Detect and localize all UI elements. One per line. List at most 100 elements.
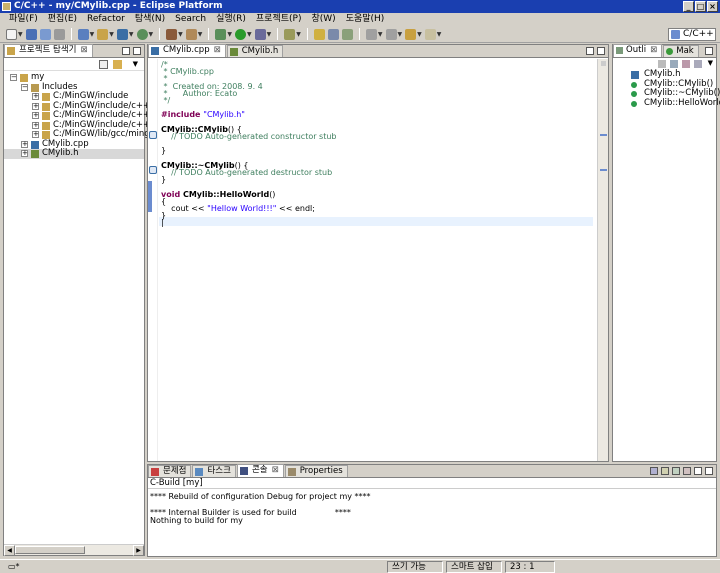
menu-navigate[interactable]: 탐색(N) xyxy=(130,13,170,26)
project-tree: − my − Includes + C:/MinGW/include + C:/MinGW/i… xyxy=(4,71,175,159)
code-token: } xyxy=(161,146,167,156)
minimize-console-icon[interactable] xyxy=(694,467,702,475)
outline-item[interactable]: CMylib::HelloWorld() : xyxy=(613,98,720,109)
hide-fields-icon[interactable] xyxy=(670,60,678,68)
menu-window[interactable]: 창(W) xyxy=(306,13,340,26)
maximize-button[interactable]: □ xyxy=(695,1,706,12)
code-editor[interactable]: /* * CMylib.cpp * * Created on: 2008. 9.… xyxy=(148,59,596,461)
cpp-file-icon xyxy=(151,47,159,55)
search-icon[interactable] xyxy=(284,28,296,40)
console-line: Nothing to build for my xyxy=(150,516,243,525)
expand-icon[interactable]: + xyxy=(32,93,39,100)
run-icon[interactable] xyxy=(235,28,246,40)
new-icon[interactable] xyxy=(6,28,17,40)
include-folder-icon xyxy=(42,93,50,101)
toggle-comment-icon[interactable] xyxy=(327,28,339,40)
new-source-icon[interactable] xyxy=(136,28,148,40)
close-button[interactable]: × xyxy=(707,1,718,12)
maximize-console-icon[interactable] xyxy=(705,467,713,475)
menu-search[interactable]: Search xyxy=(170,13,211,26)
debug-icon[interactable] xyxy=(215,28,227,40)
outline-tree: CMylib.h CMylib::CMylib() CMylib::~CMylib(… xyxy=(613,69,720,109)
overview-ruler-top xyxy=(601,61,606,66)
tab-properties[interactable]: Properties xyxy=(284,465,348,477)
close-tab-icon[interactable]: ⊠ xyxy=(214,45,221,55)
menu-help[interactable]: 도움말(H) xyxy=(341,13,390,26)
tab-tasks[interactable]: 타스크 xyxy=(192,465,236,477)
tab-make-targets[interactable]: Mak xyxy=(663,45,699,57)
hammer-icon[interactable] xyxy=(166,28,178,40)
code-token: #include xyxy=(161,110,204,120)
expand-icon[interactable]: + xyxy=(32,121,39,129)
scroll-lock-icon[interactable] xyxy=(661,467,669,475)
editor-vscrollbar[interactable] xyxy=(597,59,608,461)
code-token: */ xyxy=(161,96,171,105)
expand-icon[interactable]: + xyxy=(21,140,28,148)
fast-view-icon[interactable]: ▭* xyxy=(8,562,20,571)
mark-occurrences-icon[interactable] xyxy=(341,28,353,40)
tree-item[interactable]: + CMylib.h xyxy=(4,148,144,159)
maximize-editor-icon[interactable] xyxy=(597,47,605,55)
cpp-file-icon xyxy=(31,140,39,149)
explorer-hscrollbar[interactable]: ◀ ▶ xyxy=(4,544,144,556)
tools-icon[interactable] xyxy=(185,28,197,40)
collapse-all-icon[interactable] xyxy=(99,60,108,69)
code-line: // TODO Auto-generated constructor stub xyxy=(161,133,336,141)
open-folder-icon[interactable] xyxy=(97,28,109,40)
task-marker-icon[interactable] xyxy=(149,131,157,139)
minimize-outline-icon[interactable] xyxy=(705,47,713,55)
console-line: **** Rebuild of configuration Debug for … xyxy=(150,492,371,501)
print-icon[interactable] xyxy=(53,28,65,40)
tab-cmylib-h[interactable]: CMylib.h xyxy=(226,45,284,57)
menu-run[interactable]: 실행(R) xyxy=(211,13,251,26)
outline-view: Outli ⊠ Mak ▼ CMylib.h CMylib::CMylib() CMy… xyxy=(612,44,720,462)
eclipse-app-icon xyxy=(2,2,11,11)
include-folder-icon xyxy=(42,112,50,120)
tab-console[interactable]: 콘솔 ⊠ xyxy=(236,464,284,477)
menu-file[interactable]: 파일(F) xyxy=(4,13,43,26)
console-header: C-Build [my] xyxy=(148,478,716,489)
forward-icon[interactable] xyxy=(424,28,436,40)
task-marker-icon[interactable] xyxy=(149,166,157,174)
save-icon[interactable] xyxy=(25,28,37,40)
main-toolbar: ▼ ▼ ▼ ▼ ▼ ▼ ▼ ▼ ▼ ▼ ▼ ▼ ▼ ▼ ▼ xyxy=(0,26,720,43)
hide-nonpublic-icon[interactable] xyxy=(694,60,702,68)
minimize-view-icon[interactable] xyxy=(122,47,130,55)
menu-project[interactable]: 프로젝트(P) xyxy=(251,13,307,26)
open-type-icon[interactable] xyxy=(313,28,325,40)
sort-icon[interactable] xyxy=(658,60,666,68)
minimize-button[interactable]: _ xyxy=(683,1,694,12)
expand-icon[interactable]: + xyxy=(21,150,28,157)
tab-project-explorer[interactable]: 프로젝트 탐색기 ⊠ xyxy=(4,44,93,57)
display-console-icon[interactable] xyxy=(683,467,691,475)
expand-icon[interactable]: + xyxy=(32,131,39,138)
menu-refactor[interactable]: Refactor xyxy=(82,13,130,26)
collapse-icon[interactable]: − xyxy=(10,74,17,81)
clear-console-icon[interactable] xyxy=(650,467,658,475)
perspective-switcher[interactable]: C/C++ xyxy=(668,28,716,41)
link-editor-icon[interactable] xyxy=(113,60,122,69)
minimize-editor-icon[interactable] xyxy=(586,47,594,55)
build-icon[interactable] xyxy=(77,28,89,40)
menu-edit[interactable]: 편집(E) xyxy=(43,13,82,26)
expand-icon[interactable]: + xyxy=(32,112,39,119)
tab-problems[interactable]: 문제점 xyxy=(148,465,192,477)
back-icon[interactable] xyxy=(405,28,417,40)
hide-static-icon[interactable] xyxy=(682,60,690,68)
new-class-icon[interactable] xyxy=(116,28,128,40)
collapse-icon[interactable]: − xyxy=(21,83,28,91)
console-output[interactable]: **** Rebuild of configuration Debug for … xyxy=(148,489,716,525)
view-menu-icon[interactable]: ▼ xyxy=(133,60,138,68)
tab-cmylib-cpp[interactable]: CMylib.cpp ⊠ xyxy=(148,44,226,57)
expand-icon[interactable]: + xyxy=(32,102,39,110)
pin-console-icon[interactable] xyxy=(672,467,680,475)
code-token: } xyxy=(161,175,167,185)
code-line: #include "CMylib.h" xyxy=(161,111,245,119)
next-annotation-icon[interactable] xyxy=(365,28,377,40)
tab-outline[interactable]: Outli ⊠ xyxy=(613,44,663,57)
save-all-icon[interactable] xyxy=(39,28,51,40)
external-tools-icon[interactable] xyxy=(254,28,266,40)
maximize-view-icon[interactable] xyxy=(133,47,141,55)
prev-annotation-icon[interactable] xyxy=(385,28,397,40)
outline-menu-icon[interactable]: ▼ xyxy=(708,59,713,67)
